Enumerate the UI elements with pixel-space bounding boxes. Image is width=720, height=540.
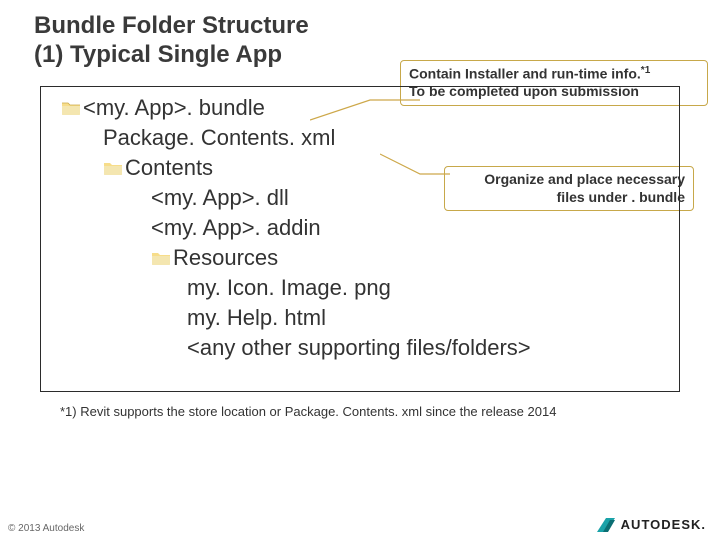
- footnote: *1) Revit supports the store location or…: [60, 404, 600, 421]
- copyright: © 2013 Autodesk: [8, 523, 84, 534]
- folder-icon: [103, 160, 123, 176]
- slide-title: Bundle Folder Structure (1) Typical Sing…: [34, 12, 309, 70]
- tree-row: <my. App>. addin: [51, 213, 669, 243]
- title-line-2: (1) Typical Single App: [34, 41, 309, 70]
- title-line-1: Bundle Folder Structure: [34, 12, 309, 41]
- tree-label: Contents: [125, 155, 213, 181]
- callout-text: Contain Installer and run-time info.: [409, 66, 641, 82]
- autodesk-logo: AUTODESK.: [597, 517, 706, 532]
- folder-icon: [61, 100, 81, 116]
- tree-label: Package. Contents. xml: [103, 125, 335, 151]
- tree-row: Contents: [51, 153, 669, 183]
- tree-label: <my. App>. dll: [151, 185, 289, 211]
- callout-line: Contain Installer and run-time info.*1: [409, 65, 699, 83]
- tree-row: Package. Contents. xml: [51, 123, 669, 153]
- tree-label: <any other supporting files/folders>: [187, 335, 531, 361]
- tree-row: <my. App>. dll: [51, 183, 669, 213]
- tree-row: <my. App>. bundle: [51, 93, 669, 123]
- autodesk-logo-icon: [597, 518, 615, 532]
- tree-label: my. Icon. Image. png: [187, 275, 391, 301]
- autodesk-logo-text: AUTODESK.: [621, 517, 706, 532]
- folder-icon: [151, 250, 171, 266]
- tree-row: my. Icon. Image. png: [51, 273, 669, 303]
- tree-row: my. Help. html: [51, 303, 669, 333]
- tree-label: <my. App>. addin: [151, 215, 321, 241]
- callout-sup: *1: [641, 65, 650, 76]
- tree-row: <any other supporting files/folders>: [51, 333, 669, 363]
- tree-label: <my. App>. bundle: [83, 95, 265, 121]
- tree-label: Resources: [173, 245, 278, 271]
- tree-row: Resources: [51, 243, 669, 273]
- folder-tree-box: <my. App>. bundle Package. Contents. xml…: [40, 86, 680, 392]
- tree-label: my. Help. html: [187, 305, 326, 331]
